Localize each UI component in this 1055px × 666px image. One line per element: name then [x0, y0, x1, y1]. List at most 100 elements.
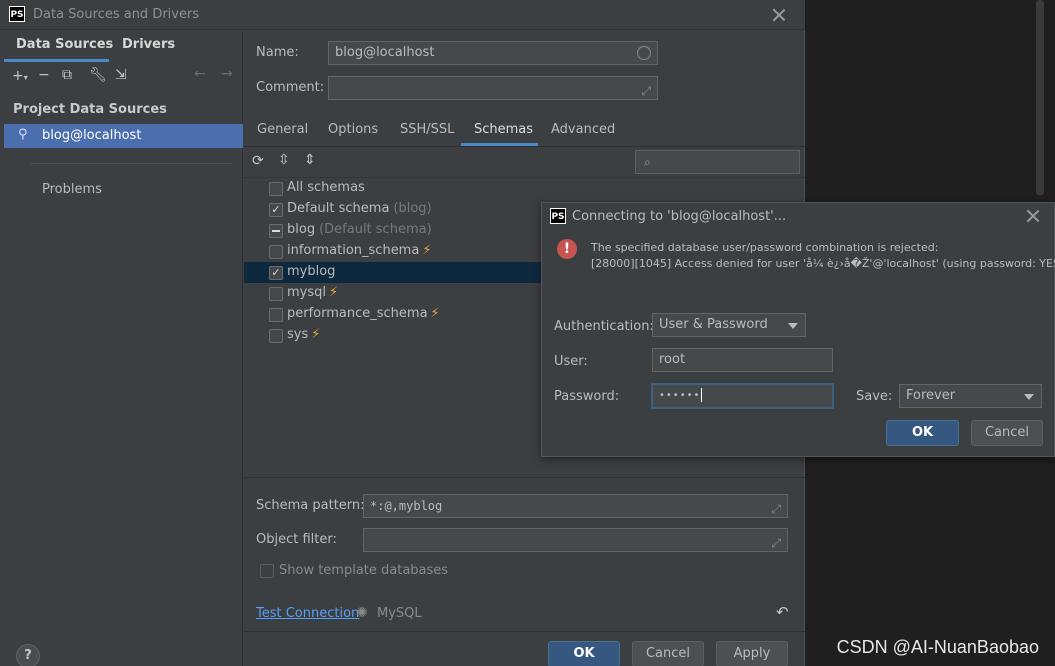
name-label: Name: — [256, 45, 299, 60]
schema-checkbox[interactable]: ✓ — [269, 203, 283, 217]
apply-button[interactable]: Apply — [716, 641, 788, 666]
expand-icon[interactable]: ⤢ — [641, 80, 651, 102]
schema-note: (Default schema) — [319, 222, 432, 237]
schema-checkbox[interactable] — [269, 245, 283, 259]
schema-row[interactable]: All schemas — [244, 178, 805, 199]
name-field[interactable]: blog@localhost — [328, 41, 658, 65]
schema-name: Default schema — [287, 201, 390, 216]
expand-all-icon[interactable]: ⇳ — [278, 152, 290, 168]
schema-name: blog — [287, 222, 316, 237]
schema-checkbox[interactable] — [269, 287, 283, 301]
authentication-select[interactable]: User & Password — [652, 313, 806, 337]
project-data-sources-heading: Project Data Sources — [13, 102, 167, 117]
save-select[interactable]: Forever — [899, 384, 1042, 408]
tab-schemas[interactable]: Schemas — [474, 122, 533, 137]
mysql-dolphin-icon: ⚲ — [18, 127, 28, 142]
phpstorm-logo-icon: PS — [550, 208, 566, 224]
close-icon[interactable] — [772, 8, 786, 22]
error-icon: ! — [557, 239, 577, 259]
dropdown-arrow-icon — [788, 323, 798, 329]
tab-drivers[interactable]: Drivers — [122, 37, 175, 52]
color-circle-icon[interactable] — [637, 46, 651, 60]
back-arrow-icon[interactable]: ← — [194, 66, 206, 82]
user-label: User: — [554, 354, 588, 369]
save-label: Save: — [856, 389, 893, 404]
connecting-dialog-title: Connecting to 'blog@localhost'... — [572, 209, 787, 224]
add-icon[interactable]: +▾ — [12, 68, 28, 84]
properties-wrench-icon[interactable]: 🔧︎ — [89, 67, 107, 83]
collapse-all-icon[interactable]: ⇕ — [304, 152, 316, 168]
schema-checkbox[interactable] — [269, 224, 283, 238]
data-source-label: blog@localhost — [42, 128, 142, 143]
search-icon: ⌕ — [644, 155, 651, 169]
schema-search-input[interactable]: ⌕ — [635, 150, 800, 174]
tab-data-sources[interactable]: Data Sources — [16, 37, 113, 52]
connect-cancel-button[interactable]: Cancel — [971, 420, 1043, 446]
name-value: blog@localhost — [335, 45, 435, 60]
comment-label: Comment: — [256, 80, 325, 95]
close-icon[interactable] — [1026, 209, 1040, 223]
schema-checkbox[interactable] — [269, 329, 283, 343]
remove-icon[interactable]: − — [38, 67, 50, 83]
tab-ssh-ssl[interactable]: SSH/SSL — [400, 122, 454, 137]
schema-checkbox[interactable] — [269, 308, 283, 322]
lightning-icon: ⚡ — [422, 243, 432, 258]
connect-ok-button[interactable]: OK — [886, 420, 959, 446]
error-detail: [28000][1045] Access denied for user 'å¼… — [591, 257, 1055, 270]
schema-pattern-field[interactable]: *:@,myblog ⤢ — [363, 494, 788, 518]
schema-checkbox[interactable]: ✓ — [269, 266, 283, 280]
schema-name: information_schema — [287, 243, 420, 258]
tab-advanced[interactable]: Advanced — [551, 122, 615, 137]
ok-button[interactable]: OK — [548, 641, 620, 666]
show-template-checkbox[interactable] — [260, 564, 274, 578]
divider — [244, 146, 805, 147]
driver-label: MySQL — [377, 606, 422, 621]
revert-icon[interactable]: ↶ — [776, 603, 789, 621]
schema-pattern-value: *:@,myblog — [370, 499, 443, 513]
tab-options[interactable]: Options — [328, 122, 378, 137]
schema-name: performance_schema — [287, 306, 428, 321]
connecting-dialog: PS Connecting to 'blog@localhost'... ! T… — [541, 202, 1055, 457]
problems-item[interactable]: Problems — [42, 182, 102, 197]
schema-checkbox[interactable] — [269, 182, 283, 196]
lightning-icon: ⚡ — [311, 327, 321, 342]
comment-field[interactable]: ⤢ — [328, 76, 658, 100]
phpstorm-logo-icon: PS — [9, 6, 25, 22]
lightning-icon: ⚡ — [329, 285, 339, 300]
user-field[interactable]: root — [652, 348, 833, 372]
error-message: The specified database user/password com… — [591, 241, 939, 254]
active-tab-indicator — [4, 59, 109, 62]
authentication-label: Authentication: — [554, 319, 654, 334]
password-field[interactable]: •••••• — [651, 383, 834, 409]
password-value: •••••• — [659, 390, 701, 401]
show-template-label[interactable]: Show template databases — [279, 563, 448, 578]
object-filter-label: Object filter: — [256, 532, 337, 547]
save-value: Forever — [906, 388, 956, 403]
divider — [244, 477, 805, 478]
user-value: root — [659, 352, 686, 367]
test-connection-link[interactable]: Test Connection — [256, 606, 359, 621]
title-bar[interactable]: PS Data Sources and Drivers — [0, 0, 805, 30]
expand-icon[interactable]: ⤢ — [771, 532, 781, 554]
refresh-icon[interactable]: ⟳ — [252, 153, 264, 169]
make-global-icon[interactable]: ⇲ — [115, 67, 127, 83]
schema-note: (blog) — [393, 201, 432, 216]
password-label: Password: — [554, 389, 620, 404]
schema-name: myblog — [287, 264, 336, 279]
tab-general[interactable]: General — [257, 122, 308, 137]
forward-arrow-icon[interactable]: → — [221, 66, 233, 82]
authentication-value: User & Password — [659, 317, 768, 332]
divider — [30, 163, 232, 164]
cancel-button[interactable]: Cancel — [632, 641, 704, 666]
duplicate-icon[interactable]: ⧉ — [62, 67, 72, 83]
dropdown-arrow-icon — [1024, 394, 1034, 400]
schema-pattern-label: Schema pattern: — [256, 498, 365, 513]
text-cursor — [701, 387, 703, 402]
background-scrollbar[interactable] — [1036, 0, 1044, 195]
help-button[interactable]: ? — [16, 644, 40, 666]
lightning-icon: ⚡ — [430, 306, 440, 321]
object-filter-field[interactable]: ⤢ — [363, 528, 788, 552]
loading-spinner-icon: ✺ — [356, 605, 368, 621]
expand-icon[interactable]: ⤢ — [771, 498, 781, 520]
data-source-item[interactable]: ⚲ blog@localhost — [4, 124, 243, 148]
